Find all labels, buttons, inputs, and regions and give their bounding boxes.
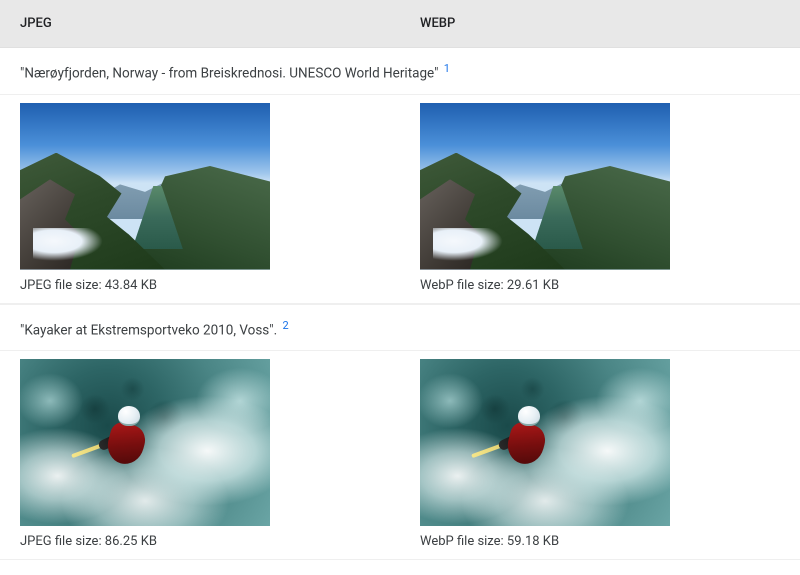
caption-text: "Nærøyfjorden, Norway - from Breiskredno… (20, 66, 438, 82)
image-caption: "Kayaker at Ekstremsportveko 2010, Voss"… (0, 304, 800, 352)
image-caption: "Nærøyfjorden, Norway - from Breiskredno… (0, 48, 800, 95)
table-row: JPEG file size: 43.84 KB WebP file size:… (0, 95, 800, 303)
webp-filesize: WebP file size: 59.18 KB (420, 534, 780, 549)
header-webp: WEBP (400, 0, 800, 47)
jpeg-image (20, 359, 270, 526)
jpeg-cell: JPEG file size: 43.84 KB (0, 95, 400, 303)
webp-image (420, 103, 670, 270)
header-jpeg: JPEG (0, 0, 400, 47)
jpeg-image (20, 103, 270, 270)
caption-text: "Kayaker at Ekstremsportveko 2010, Voss"… (20, 322, 277, 338)
jpeg-filesize: JPEG file size: 86.25 KB (20, 534, 380, 549)
webp-cell: WebP file size: 29.61 KB (400, 95, 800, 303)
table-header: JPEG WEBP (0, 0, 800, 48)
webp-filesize: WebP file size: 29.61 KB (420, 278, 780, 293)
comparison-table: JPEG WEBP "Nærøyfjorden, Norway - from B… (0, 0, 800, 560)
jpeg-cell: JPEG file size: 86.25 KB (0, 351, 400, 559)
footnote-link[interactable]: 1 (444, 62, 450, 75)
jpeg-filesize: JPEG file size: 43.84 KB (20, 278, 380, 293)
webp-cell: WebP file size: 59.18 KB (400, 351, 800, 559)
table-row: JPEG file size: 86.25 KB WebP file size:… (0, 351, 800, 559)
footnote-link[interactable]: 2 (283, 319, 289, 332)
webp-image (420, 359, 670, 526)
